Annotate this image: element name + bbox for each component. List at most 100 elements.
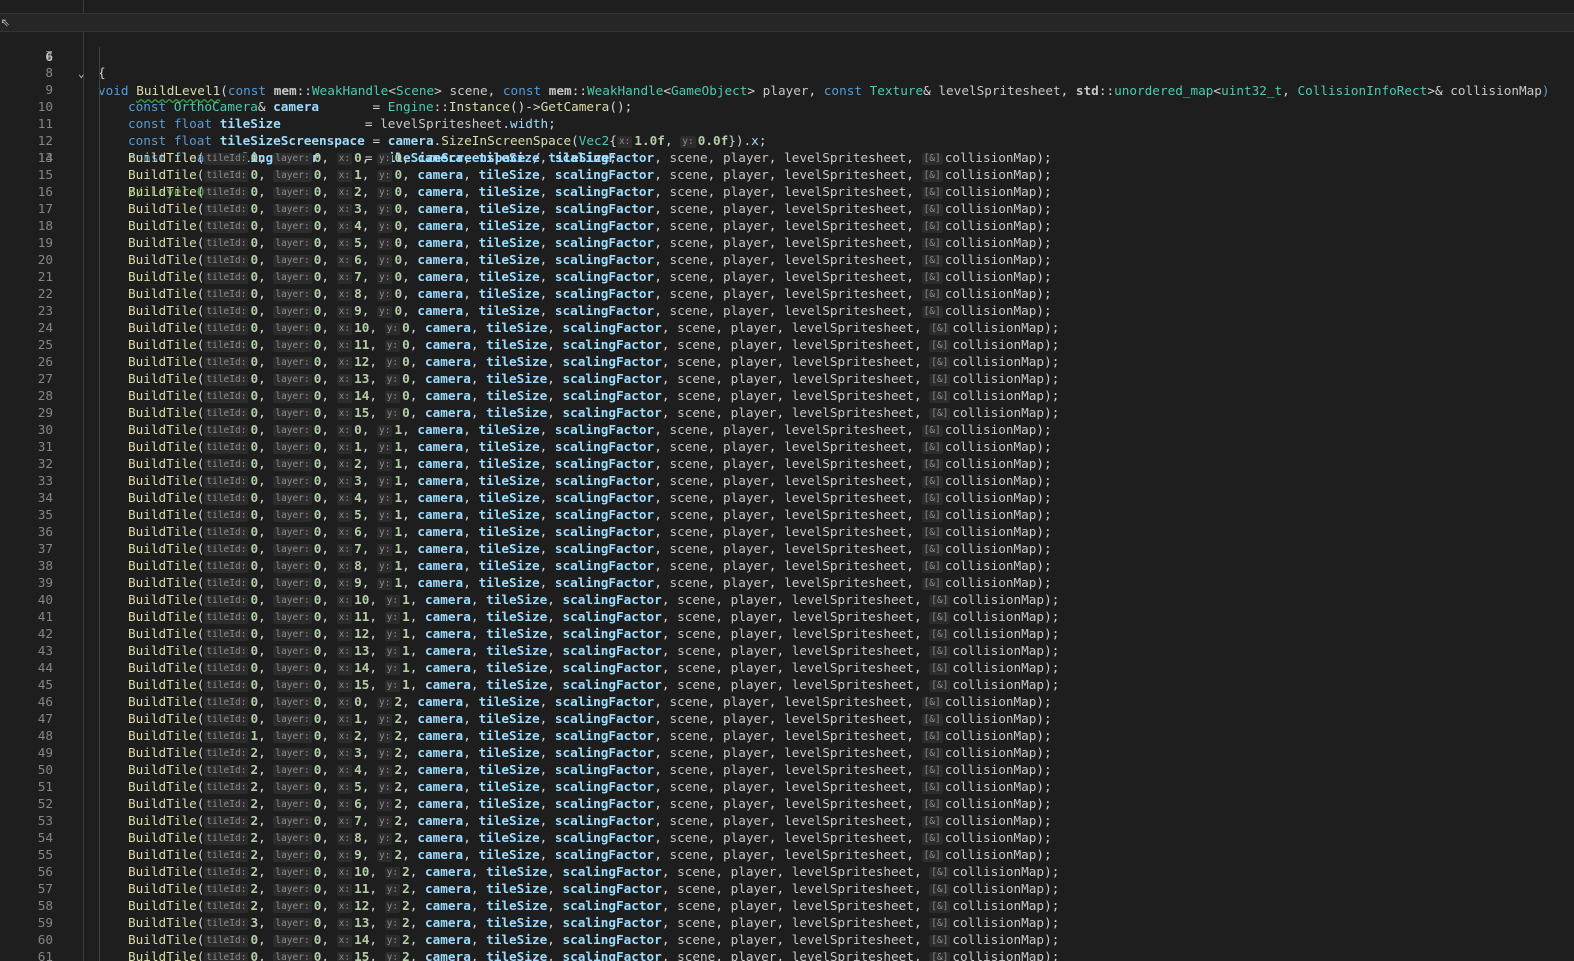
function-name[interactable]: BuildTile xyxy=(128,813,197,828)
declaration-tilesize-screenspace[interactable]: const float tileSizeScreenspace = camera… xyxy=(128,132,766,149)
build-tile-call[interactable]: BuildTile(tileId: 0, layer: 0, x: 6, y: 0, c… xyxy=(128,251,1052,268)
build-tile-call[interactable]: BuildTile(tileId: 0, layer: 0, x: 1, y: 1, c… xyxy=(128,438,1052,455)
build-tile-call[interactable]: BuildTile(tileId: 0, layer: 0, x: 14, y: 2, … xyxy=(128,931,1059,948)
build-tile-call[interactable]: BuildTile(tileId: 0, layer: 0, x: 4, y: 1, c… xyxy=(128,489,1052,506)
build-tile-call[interactable]: BuildTile(tileId: 0, layer: 0, x: 9, y: 1, c… xyxy=(128,574,1052,591)
build-tile-call[interactable]: BuildTile(tileId: 0, layer: 0, x: 14, y: 0, … xyxy=(128,387,1059,404)
function-name[interactable]: BuildTile xyxy=(128,864,197,879)
build-tile-call[interactable]: BuildTile(tileId: 0, layer: 0, x: 3, y: 0, c… xyxy=(128,200,1052,217)
function-name[interactable]: BuildTile xyxy=(128,949,197,961)
build-tile-call[interactable]: BuildTile(tileId: 0, layer: 0, x: 0, y: 1, c… xyxy=(128,421,1052,438)
function-name[interactable]: BuildTile xyxy=(128,541,197,556)
function-name[interactable]: BuildTile xyxy=(128,388,197,403)
build-tile-call[interactable]: BuildTile(tileId: 3, layer: 0, x: 13, y: 2, … xyxy=(128,914,1059,931)
code-line-active[interactable]: ⇖ 6 ⌄ void BuildLevel1(const mem::WeakHa… xyxy=(0,13,1574,98)
build-tile-call[interactable]: BuildTile(tileId: 0, layer: 0, x: 1, y: 0, c… xyxy=(128,166,1052,183)
function-name[interactable]: BuildTile xyxy=(128,405,197,420)
build-tile-call[interactable]: BuildTile(tileId: 2, layer: 0, x: 12, y: 2, … xyxy=(128,897,1059,914)
function-name[interactable]: BuildTile xyxy=(128,218,197,233)
function-name[interactable]: BuildTile xyxy=(128,184,197,199)
build-tile-call[interactable]: BuildTile(tileId: 0, layer: 0, x: 14, y: 1, … xyxy=(128,659,1059,676)
build-tile-call[interactable]: BuildTile(tileId: 0, layer: 0, x: 0, y: 0, c… xyxy=(128,149,1052,166)
function-signature[interactable]: void BuildLevel1(const mem::WeakHandle<S… xyxy=(98,82,1550,99)
function-name[interactable]: BuildTile xyxy=(128,847,197,862)
build-tile-call[interactable]: BuildTile(tileId: 2, layer: 0, x: 4, y: 2, c… xyxy=(128,761,1052,778)
build-tile-call[interactable]: BuildTile(tileId: 0, layer: 0, x: 7, y: 1, c… xyxy=(128,540,1052,557)
build-tile-call[interactable]: BuildTile(tileId: 1, layer: 0, x: 2, y: 2, c… xyxy=(128,727,1052,744)
fold-chevron-icon[interactable]: ⌄ xyxy=(78,65,85,82)
function-name[interactable]: BuildTile xyxy=(128,779,197,794)
build-tile-call[interactable]: BuildTile(tileId: 2, layer: 0, x: 3, y: 2, c… xyxy=(128,744,1052,761)
function-name[interactable]: BuildTile xyxy=(128,711,197,726)
function-name[interactable]: BuildTile xyxy=(128,881,197,896)
function-name[interactable]: BuildTile xyxy=(128,354,197,369)
build-tile-call[interactable]: BuildTile(tileId: 2, layer: 0, x: 7, y: 2, c… xyxy=(128,812,1052,829)
build-tile-call[interactable]: BuildTile(tileId: 2, layer: 0, x: 8, y: 2, c… xyxy=(128,829,1052,846)
build-tile-call[interactable]: BuildTile(tileId: 0, layer: 0, x: 8, y: 1, c… xyxy=(128,557,1052,574)
function-name[interactable]: BuildTile xyxy=(128,371,197,386)
function-name[interactable]: BuildTile xyxy=(128,167,197,182)
build-tile-call[interactable]: BuildTile(tileId: 2, layer: 0, x: 5, y: 2, c… xyxy=(128,778,1052,795)
function-name[interactable]: BuildTile xyxy=(128,728,197,743)
build-tile-call[interactable]: BuildTile(tileId: 0, layer: 0, x: 7, y: 0, c… xyxy=(128,268,1052,285)
function-name[interactable]: BuildTile xyxy=(128,677,197,692)
code-line[interactable]: 11 const float scalingFactor = tileSizeS… xyxy=(0,98,617,165)
code-line[interactable]: 8 const OrthoCamera& camera = Engine::In… xyxy=(0,47,632,114)
build-tile-call[interactable]: BuildTile(tileId: 0, layer: 0, x: 12, y: 1, … xyxy=(128,625,1059,642)
build-tile-call[interactable]: BuildTile(tileId: 0, layer: 0, x: 8, y: 0, c… xyxy=(128,285,1052,302)
function-name[interactable]: BuildTile xyxy=(128,473,197,488)
build-tile-call[interactable]: BuildTile(tileId: 0, layer: 0, x: 15, y: 1, … xyxy=(128,676,1059,693)
build-tile-call[interactable]: BuildTile(tileId: 0, layer: 0, x: 11, y: 1, … xyxy=(128,608,1059,625)
function-name[interactable]: BuildTile xyxy=(128,507,197,522)
function-name[interactable]: BuildTile xyxy=(128,252,197,267)
function-name[interactable]: BuildTile xyxy=(128,932,197,947)
build-tile-call[interactable]: BuildTile(tileId: 0, layer: 0, x: 13, y: 1, … xyxy=(128,642,1059,659)
build-tile-call[interactable]: BuildTile(tileId: 0, layer: 0, x: 0, y: 2, c… xyxy=(128,693,1052,710)
function-name[interactable]: BuildTile xyxy=(128,745,197,760)
code-line[interactable]: 10 const float tileSizeScreenspace = cam… xyxy=(0,81,766,148)
function-name[interactable]: BuildTile xyxy=(128,575,197,590)
build-tile-call[interactable]: BuildTile(tileId: 0, layer: 0, x: 13, y: 0, … xyxy=(128,370,1059,387)
function-name[interactable]: BuildTile xyxy=(128,796,197,811)
build-tile-call[interactable]: BuildTile(tileId: 0, layer: 0, x: 11, y: 0, … xyxy=(128,336,1059,353)
function-name[interactable]: BuildTile xyxy=(128,558,197,573)
build-tile-call[interactable]: BuildTile(tileId: 2, layer: 0, x: 10, y: 2, … xyxy=(128,863,1059,880)
declaration-tilesize[interactable]: const float tileSize = levelSpritesheet.… xyxy=(128,115,556,132)
function-name[interactable]: BuildTile xyxy=(128,609,197,624)
function-name[interactable]: BuildTile xyxy=(128,422,197,437)
function-name[interactable]: BuildLevel1 xyxy=(136,83,220,98)
build-tile-call[interactable]: BuildTile(tileId: 0, layer: 0, x: 6, y: 1, c… xyxy=(128,523,1052,540)
build-tile-call[interactable]: BuildTile(tileId: 0, layer: 0, x: 12, y: 0, … xyxy=(128,353,1059,370)
build-tile-call[interactable]: BuildTile(tileId: 0, layer: 0, x: 1, y: 2, c… xyxy=(128,710,1052,727)
function-name[interactable]: BuildTile xyxy=(128,235,197,250)
function-name[interactable]: BuildTile xyxy=(128,150,197,165)
code-line[interactable]: 12 xyxy=(0,115,100,148)
function-name[interactable]: BuildTile xyxy=(128,337,197,352)
function-name[interactable]: BuildTile xyxy=(128,626,197,641)
function-name[interactable]: BuildTile xyxy=(128,694,197,709)
function-name[interactable]: BuildTile xyxy=(128,830,197,845)
code-line[interactable]: 7 { xyxy=(0,30,105,80)
function-name[interactable]: BuildTile xyxy=(128,439,197,454)
code-line[interactable]: 9 const float tileSize = levelSpriteshee… xyxy=(0,64,556,131)
build-tile-call[interactable]: BuildTile(tileId: 2, layer: 0, x: 9, y: 2, c… xyxy=(128,846,1052,863)
declaration-camera[interactable]: const OrthoCamera& camera = Engine::Inst… xyxy=(128,98,632,115)
function-name[interactable]: BuildTile xyxy=(128,269,197,284)
build-tile-call[interactable]: BuildTile(tileId: 0, layer: 0, x: 5, y: 1, c… xyxy=(128,506,1052,523)
code-line[interactable]: 13 // Layer 0 xyxy=(0,132,204,199)
function-name[interactable]: BuildTile xyxy=(128,915,197,930)
build-tile-call[interactable]: BuildTile(tileId: 0, layer: 0, x: 10, y: 0, … xyxy=(128,319,1059,336)
function-name[interactable]: BuildTile xyxy=(128,898,197,913)
build-tile-call[interactable]: BuildTile(tileId: 0, layer: 0, x: 3, y: 1, c… xyxy=(128,472,1052,489)
build-tile-call[interactable]: BuildTile(tileId: 0, layer: 0, x: 15, y: 0, … xyxy=(128,404,1059,421)
function-name[interactable]: BuildTile xyxy=(128,643,197,658)
build-tile-call[interactable]: BuildTile(tileId: 0, layer: 0, x: 10, y: 1, … xyxy=(128,591,1059,608)
code-editor[interactable]: 5 ⇖ 6 ⌄ void BuildLevel1(const mem::Weak… xyxy=(0,0,1574,961)
function-name[interactable]: BuildTile xyxy=(128,762,197,777)
function-name[interactable]: BuildTile xyxy=(128,303,197,318)
function-name[interactable]: BuildTile xyxy=(128,456,197,471)
build-tile-call[interactable]: BuildTile(tileId: 2, layer: 0, x: 6, y: 2, c… xyxy=(128,795,1052,812)
pin-icon[interactable]: ⇖ xyxy=(1,13,10,30)
build-tile-call[interactable]: BuildTile(tileId: 0, layer: 0, x: 2, y: 0, c… xyxy=(128,183,1052,200)
build-tile-call[interactable]: BuildTile(tileId: 2, layer: 0, x: 11, y: 2, … xyxy=(128,880,1059,897)
